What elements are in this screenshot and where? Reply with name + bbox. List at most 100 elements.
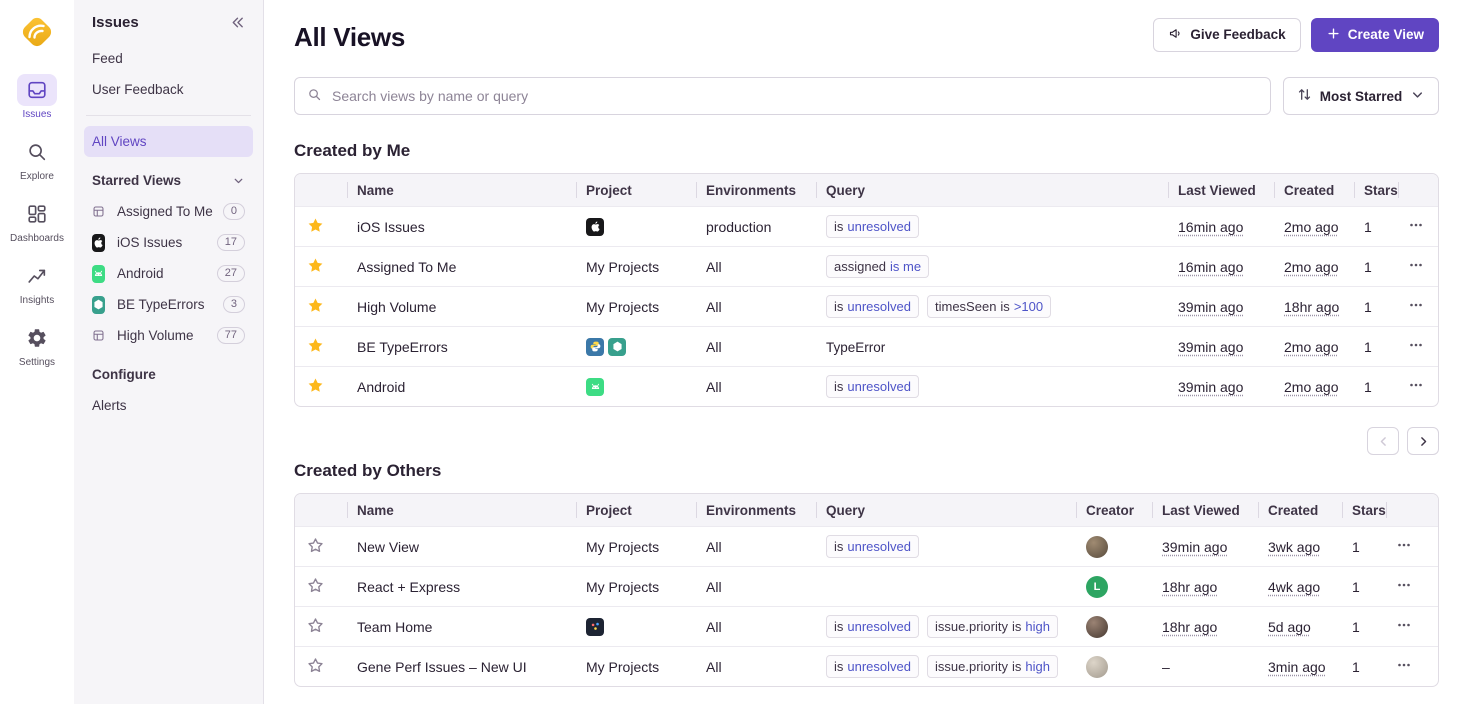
- more-actions-icon[interactable]: [1396, 617, 1412, 633]
- configure-section-header: Configure: [84, 351, 253, 390]
- creator-avatar: L: [1086, 576, 1108, 598]
- view-row[interactable]: AndroidAllisunresolved39min ago2mo ago1: [295, 366, 1439, 406]
- cell-query: isunresolvedtimesSeenis>100: [816, 286, 1168, 326]
- more-actions-icon[interactable]: [1408, 337, 1424, 353]
- rail-item-dashboards[interactable]: Dashboards: [10, 198, 64, 244]
- view-row[interactable]: BE TypeErrorsAllTypeError39min ago2mo ag…: [295, 326, 1439, 366]
- more-actions-icon[interactable]: [1396, 537, 1412, 553]
- rail-item-label: Explore: [20, 171, 54, 182]
- relative-time: 3min ago: [1268, 659, 1326, 675]
- sidebar-item-user-feedback[interactable]: User Feedback: [84, 74, 253, 105]
- created-by-others-heading: Created by Others: [294, 461, 1439, 481]
- cell-query: isunresolved: [816, 366, 1168, 406]
- more-actions-icon[interactable]: [1396, 657, 1412, 673]
- star-filled-icon[interactable]: [307, 297, 324, 314]
- view-row[interactable]: Assigned To MeMy ProjectsAllassignedis m…: [295, 246, 1439, 286]
- cell-environments: All: [696, 606, 816, 646]
- column-created[interactable]: Created: [1274, 174, 1354, 206]
- apple-project-icon: [586, 218, 604, 236]
- star-filled-icon[interactable]: [307, 337, 324, 354]
- column-created[interactable]: Created: [1258, 494, 1342, 526]
- column-query[interactable]: Query: [816, 174, 1168, 206]
- cell-created: 2mo ago: [1274, 246, 1354, 286]
- pagination-next-button[interactable]: [1407, 427, 1439, 455]
- column-query[interactable]: Query: [816, 494, 1076, 526]
- sidebar-item-label: Assigned To Me: [117, 204, 213, 219]
- cell-environments: All: [696, 566, 816, 606]
- sidebar-item-label: User Feedback: [92, 82, 184, 97]
- column-project[interactable]: Project: [576, 494, 696, 526]
- cell-project: My Projects: [576, 646, 696, 686]
- rail-item-label: Dashboards: [10, 233, 64, 244]
- column-stars[interactable]: Stars: [1342, 494, 1386, 526]
- create-view-label: Create View: [1348, 27, 1424, 42]
- cell-creator: [1076, 526, 1152, 566]
- more-actions-icon[interactable]: [1408, 217, 1424, 233]
- more-actions-icon[interactable]: [1408, 257, 1424, 273]
- column-environments[interactable]: Environments: [696, 494, 816, 526]
- cell-creator: L: [1076, 566, 1152, 606]
- more-actions-icon[interactable]: [1396, 577, 1412, 593]
- dashboards-icon: [17, 198, 57, 230]
- column-stars[interactable]: Stars: [1354, 174, 1398, 206]
- sidebar-item-high-volume[interactable]: High Volume77: [84, 320, 253, 351]
- star-outline-icon[interactable]: [307, 577, 324, 594]
- sidebar-item-ios-issues[interactable]: iOS Issues17: [84, 227, 253, 258]
- sentry-logo[interactable]: [17, 12, 57, 52]
- view-row[interactable]: High VolumeMy ProjectsAllisunresolvedtim…: [295, 286, 1439, 326]
- star-filled-icon[interactable]: [307, 377, 324, 394]
- create-view-button[interactable]: Create View: [1311, 18, 1439, 52]
- query-token: isunresolved: [826, 375, 919, 398]
- sidebar-item-android[interactable]: Android27: [84, 258, 253, 289]
- issues-sidebar: Issues FeedUser Feedback All Views Starr…: [74, 0, 264, 704]
- sidebar-item-all-views[interactable]: All Views: [84, 126, 253, 157]
- sort-dropdown[interactable]: Most Starred: [1283, 77, 1439, 115]
- sidebar-item-be-typeerrors[interactable]: BE TypeErrors3: [84, 289, 253, 320]
- page-title: All Views: [294, 22, 405, 53]
- starred-views-section-header[interactable]: Starred Views: [84, 157, 253, 196]
- cell-star: [295, 366, 347, 406]
- view-row[interactable]: New ViewMy ProjectsAllisunresolved39min …: [295, 526, 1439, 566]
- view-row[interactable]: Gene Perf Issues – New UIMy ProjectsAlli…: [295, 646, 1439, 686]
- collapse-sidebar-icon[interactable]: [230, 15, 245, 30]
- star-outline-icon[interactable]: [307, 537, 324, 554]
- sidebar-item-assigned-to-me[interactable]: Assigned To Me0: [84, 196, 253, 227]
- star-filled-icon[interactable]: [307, 257, 324, 274]
- view-row[interactable]: iOS Issuesproductionisunresolved16min ag…: [295, 206, 1439, 246]
- query-token: isunresolved: [826, 215, 919, 238]
- cell-last-viewed: 18hr ago: [1152, 606, 1258, 646]
- search-input[interactable]: [330, 87, 1258, 105]
- more-actions-icon[interactable]: [1408, 377, 1424, 393]
- cell-actions: [1386, 566, 1439, 606]
- star-outline-icon[interactable]: [307, 617, 324, 634]
- sidebar-item-label: Android: [117, 266, 164, 281]
- column-project[interactable]: Project: [576, 174, 696, 206]
- column-creator[interactable]: Creator: [1076, 494, 1152, 526]
- give-feedback-button[interactable]: Give Feedback: [1153, 18, 1300, 52]
- rail-item-issues[interactable]: Issues: [10, 74, 64, 120]
- relative-time: 18hr ago: [1162, 619, 1217, 635]
- star-outline-icon[interactable]: [307, 657, 324, 674]
- rail-item-insights[interactable]: Insights: [10, 260, 64, 306]
- sidebar-starred-items: Assigned To Me0iOS Issues17Android27BE T…: [84, 196, 253, 351]
- column-environments[interactable]: Environments: [696, 174, 816, 206]
- explore-icon: [17, 136, 57, 168]
- view-row[interactable]: React + ExpressMy ProjectsAllL18hr ago4w…: [295, 566, 1439, 606]
- column-last-viewed[interactable]: Last Viewed: [1152, 494, 1258, 526]
- rail-item-explore[interactable]: Explore: [10, 136, 64, 182]
- rail-item-settings[interactable]: Settings: [10, 322, 64, 368]
- column-last-viewed[interactable]: Last Viewed: [1168, 174, 1274, 206]
- cell-star: [295, 566, 347, 606]
- star-filled-icon[interactable]: [307, 217, 324, 234]
- more-actions-icon[interactable]: [1408, 297, 1424, 313]
- cell-environments: production: [696, 206, 816, 246]
- view-row[interactable]: Team HomeAllisunresolvedissue.priorityis…: [295, 606, 1439, 646]
- sidebar-item-alerts[interactable]: Alerts: [84, 390, 253, 421]
- sidebar-item-feed[interactable]: Feed: [84, 43, 253, 74]
- cell-name: React + Express: [347, 566, 576, 606]
- column-name[interactable]: Name: [347, 174, 576, 206]
- pagination-prev-button[interactable]: [1367, 427, 1399, 455]
- relative-time: 2mo ago: [1284, 339, 1338, 355]
- cell-project: [576, 206, 696, 246]
- column-name[interactable]: Name: [347, 494, 576, 526]
